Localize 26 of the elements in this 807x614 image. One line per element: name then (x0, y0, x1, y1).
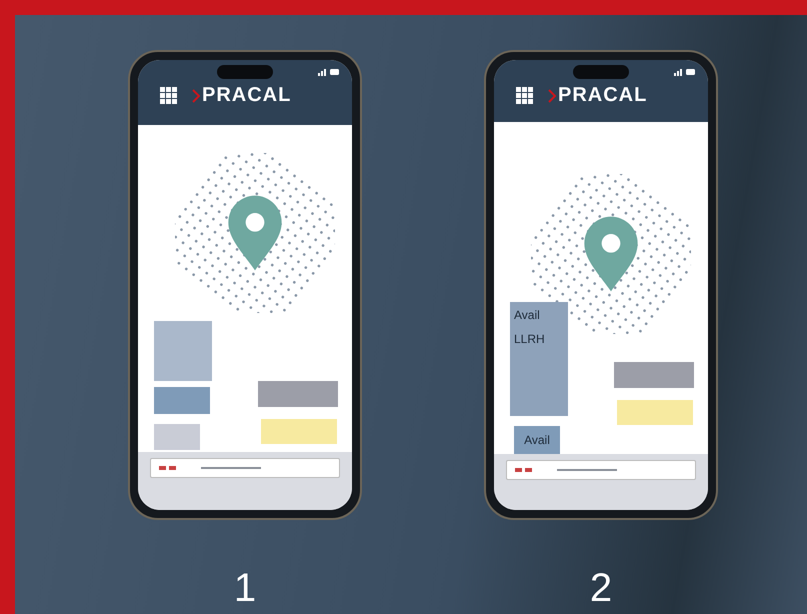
highlight-button[interactable] (261, 419, 337, 444)
logo-mark-icon (192, 88, 200, 102)
signal-icon (674, 68, 696, 76)
input-field[interactable] (150, 458, 340, 478)
menu-icon[interactable] (516, 86, 534, 104)
action-button[interactable] (154, 387, 210, 414)
camera-notch (217, 65, 273, 79)
toolbar-icon (515, 467, 533, 474)
highlight-button[interactable] (617, 400, 693, 426)
wide-button[interactable] (614, 362, 694, 388)
action-button[interactable] (154, 424, 200, 450)
phone-number-label: 1 (234, 568, 256, 608)
camera-notch (573, 65, 629, 79)
signal-icon (318, 68, 340, 76)
app-logo: PRACAL (202, 84, 292, 107)
panel-label: LLRH (514, 332, 546, 346)
wide-button[interactable] (258, 381, 338, 407)
menu-icon[interactable] (160, 86, 178, 104)
side-panel (154, 321, 212, 381)
input-field[interactable] (506, 460, 696, 480)
toolbar-icon (159, 465, 177, 471)
phone-number-label: 2 (590, 568, 612, 608)
app-logo: PRACAL (558, 84, 648, 107)
action-button[interactable]: Avail (514, 426, 560, 454)
logo-mark-icon (548, 88, 556, 102)
panel-label: Avail (514, 308, 541, 322)
